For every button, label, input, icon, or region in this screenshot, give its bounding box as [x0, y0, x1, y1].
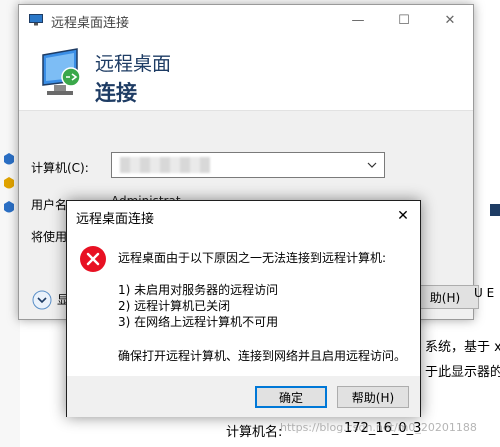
ok-button[interactable]: 确定 [255, 386, 327, 408]
error-reason: 1) 未启用对服务器的远程访问 [118, 283, 279, 297]
display-info-text: 于此显示器的笔 [425, 365, 500, 380]
computer-value-redacted [120, 157, 210, 173]
remote-desktop-icon [29, 14, 43, 26]
error-reason: 3) 在网络上远程计算机不可用 [118, 315, 279, 329]
error-dialog: 远程桌面连接 ✕ 远程桌面由于以下原因之一无法连接到远程计算机: 1) 未启用对… [66, 200, 421, 417]
error-icon [80, 246, 106, 272]
saved-credentials-label: 将使用 [31, 230, 68, 244]
close-button[interactable]: ✕ [427, 5, 473, 35]
error-message-heading: 远程桌面由于以下原因之一无法连接到远程计算机: [118, 251, 387, 265]
computer-field-label: 计算机(C): [31, 161, 89, 175]
watermark-text: https://blog.csdn.net/m0_20201188 [280, 421, 477, 434]
error-hint-text: 确保打开远程计算机、连接到网络并且启用远程访问。 [118, 349, 407, 363]
maximize-button[interactable]: ☐ [381, 5, 427, 35]
error-dialog-footer: 确定 帮助(H) [67, 376, 420, 417]
username-label: 用户名 [31, 198, 68, 212]
chevron-down-icon[interactable] [364, 156, 380, 174]
windows-logo-fragment [490, 204, 500, 216]
rdp-help-button[interactable]: 助(H) [411, 285, 479, 309]
system-info-text: 系统，基于 x6 [425, 340, 500, 355]
error-dialog-titlebar[interactable]: 远程桌面连接 ✕ [67, 201, 420, 231]
rdp-window-title: 远程桌面连接 [51, 16, 130, 31]
remote-desktop-logo-icon [42, 48, 81, 95]
computer-name-label: 计算机名: [226, 425, 283, 440]
show-options-icon[interactable] [31, 289, 53, 311]
close-button[interactable]: ✕ [386, 201, 420, 231]
computer-combobox[interactable] [111, 152, 385, 178]
error-reason: 2) 远程计算机已关闭 [118, 299, 231, 313]
banner-title: 远程桌面 [95, 53, 172, 75]
help-button[interactable]: 帮助(H) [337, 386, 409, 408]
background-left-strip [0, 0, 20, 447]
minimize-button[interactable]: — [335, 5, 381, 35]
rdp-titlebar[interactable]: 远程桌面连接 — ☐ ✕ [19, 5, 473, 35]
shield-icon [4, 153, 14, 213]
banner-subtitle: 连接 [95, 81, 137, 105]
background-text-fragment: U E [474, 286, 495, 300]
error-dialog-title: 远程桌面连接 [76, 212, 155, 227]
error-dialog-body: 远程桌面由于以下原因之一无法连接到远程计算机: 1) 未启用对服务器的远程访问 … [67, 231, 420, 376]
rdp-banner: 远程桌面 连接 [19, 35, 473, 111]
